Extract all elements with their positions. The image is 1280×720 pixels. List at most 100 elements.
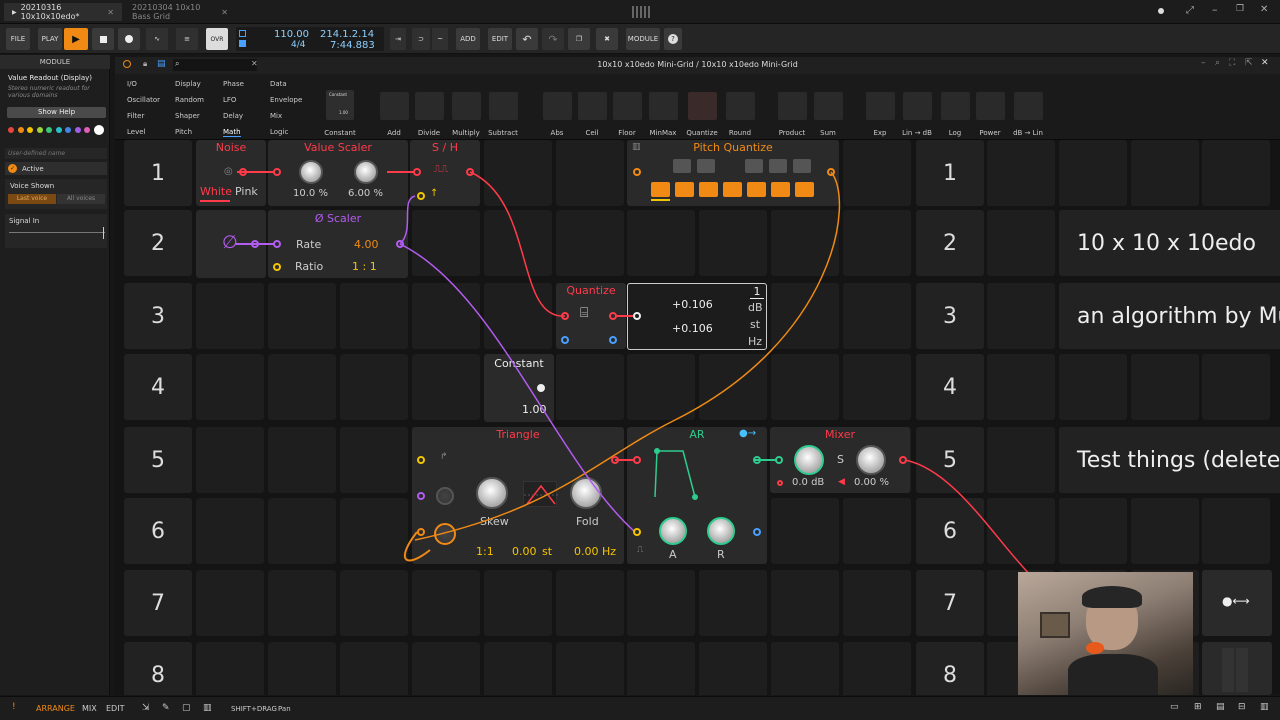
mixer-out-port[interactable] <box>899 456 907 464</box>
color-swatch[interactable] <box>93 125 104 135</box>
ar-mod-port[interactable] <box>753 528 761 536</box>
module-tile-4[interactable] <box>489 92 518 120</box>
module-tile-12[interactable] <box>814 92 843 120</box>
ovr-button[interactable]: OVR <box>206 28 228 50</box>
user-name-input[interactable]: User-defined name <box>5 148 107 159</box>
voice-option-all[interactable]: All voices <box>57 194 105 204</box>
scaler-in-port[interactable] <box>273 168 281 176</box>
constant-out-port[interactable] <box>537 384 545 392</box>
pointer-tool-icon[interactable]: ⇲ <box>142 703 150 713</box>
undo-button[interactable]: ↶ <box>516 28 538 50</box>
tab-project-2[interactable]: 20210304 10x10 Bass Grid ✕ <box>124 3 236 21</box>
edit-button[interactable]: EDIT <box>488 28 512 50</box>
active-toggle[interactable]: ✓ Active <box>5 162 107 175</box>
panel-toggle-3-icon[interactable]: ▤ <box>1216 702 1225 712</box>
module-tile-16[interactable] <box>976 92 1005 120</box>
quantize-out-port[interactable] <box>609 312 617 320</box>
sh-trig-port[interactable] <box>417 192 425 200</box>
window-close-icon[interactable]: ✕ <box>1260 4 1268 15</box>
color-swatch[interactable] <box>46 127 52 133</box>
close-icon[interactable]: ✕ <box>107 8 114 17</box>
module-label-round[interactable]: Round <box>713 129 767 137</box>
sh-out-port[interactable] <box>466 168 474 176</box>
module-tile-9[interactable] <box>688 92 717 120</box>
redo-button[interactable]: ↷ <box>542 28 564 50</box>
punch-button[interactable]: ⇥ <box>390 28 406 50</box>
module-tile-5[interactable] <box>543 92 572 120</box>
loop-icon[interactable] <box>239 30 246 37</box>
module-button[interactable]: MODULE <box>626 28 660 50</box>
mixer-in-port[interactable] <box>775 456 783 464</box>
alert-icon[interactable]: ! <box>12 702 16 712</box>
stop-button[interactable] <box>92 28 114 50</box>
delete-button[interactable]: ✖ <box>596 28 618 50</box>
color-swatch[interactable] <box>84 127 90 133</box>
panel-toggle-4-icon[interactable]: ⊟ <box>1238 702 1246 712</box>
restore-icon[interactable]: ❐ <box>1236 4 1244 14</box>
grip-icon[interactable] <box>632 6 650 18</box>
scaler-phase-in-port[interactable] <box>273 240 281 248</box>
help-button[interactable]: ? <box>664 28 682 50</box>
overdub-button[interactable]: ≡ <box>176 28 198 50</box>
pencil-tool-icon[interactable]: ✎ <box>162 703 170 713</box>
tab-project-1[interactable]: ▶ 20210316 10x10x10edo* ✕ <box>4 3 122 21</box>
ar-in-port[interactable] <box>633 456 641 464</box>
noise-out-port[interactable] <box>239 168 247 176</box>
fullscreen-icon[interactable]: ⤢ <box>1186 5 1194 16</box>
ar-out-port[interactable] <box>753 456 761 464</box>
readout-in-port[interactable] <box>633 312 641 320</box>
piano-keys-icon[interactable]: ▥ <box>1260 702 1269 712</box>
play-mode-button[interactable]: PLAY <box>38 28 62 50</box>
phase-out-port[interactable] <box>251 240 259 248</box>
tempo-value[interactable]: 110.00 <box>274 29 309 40</box>
automation-button[interactable]: ∿ <box>146 28 168 50</box>
time-signature[interactable]: 4/4 <box>291 40 305 50</box>
sh-in-port[interactable] <box>413 168 421 176</box>
quantize-in-port[interactable] <box>561 312 569 320</box>
module-tile-14[interactable] <box>903 92 932 120</box>
fit-icon[interactable]: ⛶ <box>1229 58 1235 68</box>
color-swatches[interactable] <box>8 125 108 136</box>
triangle-phase-port[interactable] <box>417 492 425 500</box>
quantize-mod-port-2[interactable] <box>609 336 617 344</box>
color-swatch[interactable] <box>27 127 33 133</box>
quantize-mod-port-1[interactable] <box>561 336 569 344</box>
module-tile-7[interactable] <box>613 92 642 120</box>
module-label-constant[interactable]: Constant <box>313 129 367 137</box>
minimize-panel-icon[interactable]: – <box>1201 58 1206 68</box>
module-tile-2[interactable] <box>415 92 444 120</box>
file-button[interactable]: FILE <box>6 28 30 50</box>
panel-toggle-2-icon[interactable]: ⊞ <box>1194 702 1202 712</box>
loop-button[interactable]: ⊃ <box>412 28 430 50</box>
module-tile-11[interactable] <box>778 92 807 120</box>
pq-in-port[interactable] <box>633 168 641 176</box>
copy-button[interactable]: ❐ <box>568 28 590 50</box>
module-label-db-lin[interactable]: dB → Lin <box>1001 129 1055 137</box>
output-meter-module[interactable] <box>1202 642 1272 695</box>
module-tile-6[interactable] <box>578 92 607 120</box>
metronome-icon[interactable] <box>239 40 246 47</box>
pq-out-port[interactable] <box>827 168 835 176</box>
minimize-icon[interactable]: – <box>1212 3 1218 16</box>
color-swatch[interactable] <box>17 127 24 133</box>
play-button[interactable]: ▶ <box>64 28 88 50</box>
ratio-in-port[interactable] <box>273 263 281 271</box>
close-panel-icon[interactable]: ✕ <box>1261 58 1269 68</box>
triangle-reset-port[interactable] <box>417 456 425 464</box>
scaler-phase-out-port[interactable] <box>396 240 404 248</box>
color-swatch[interactable] <box>55 127 62 133</box>
close-icon[interactable]: ✕ <box>221 8 228 17</box>
edit-tab[interactable]: EDIT <box>106 704 124 713</box>
show-help-button[interactable]: Show Help <box>7 107 106 118</box>
mix-tab[interactable]: MIX <box>82 704 97 713</box>
module-tile-8[interactable] <box>649 92 678 120</box>
module-label-subtract[interactable]: Subtract <box>476 129 530 137</box>
module-tile-17[interactable] <box>1014 92 1043 120</box>
add-button[interactable]: ADD <box>456 28 480 50</box>
meter-tool-icon[interactable]: ▥ <box>203 703 212 713</box>
panel-toggle-1-icon[interactable]: ▭ <box>1170 702 1179 712</box>
arrange-tab[interactable]: ARRANGE <box>36 704 75 713</box>
record-button[interactable] <box>118 28 140 50</box>
module-tile-3[interactable] <box>452 92 481 120</box>
voice-option-last[interactable]: Last voice <box>8 194 56 204</box>
